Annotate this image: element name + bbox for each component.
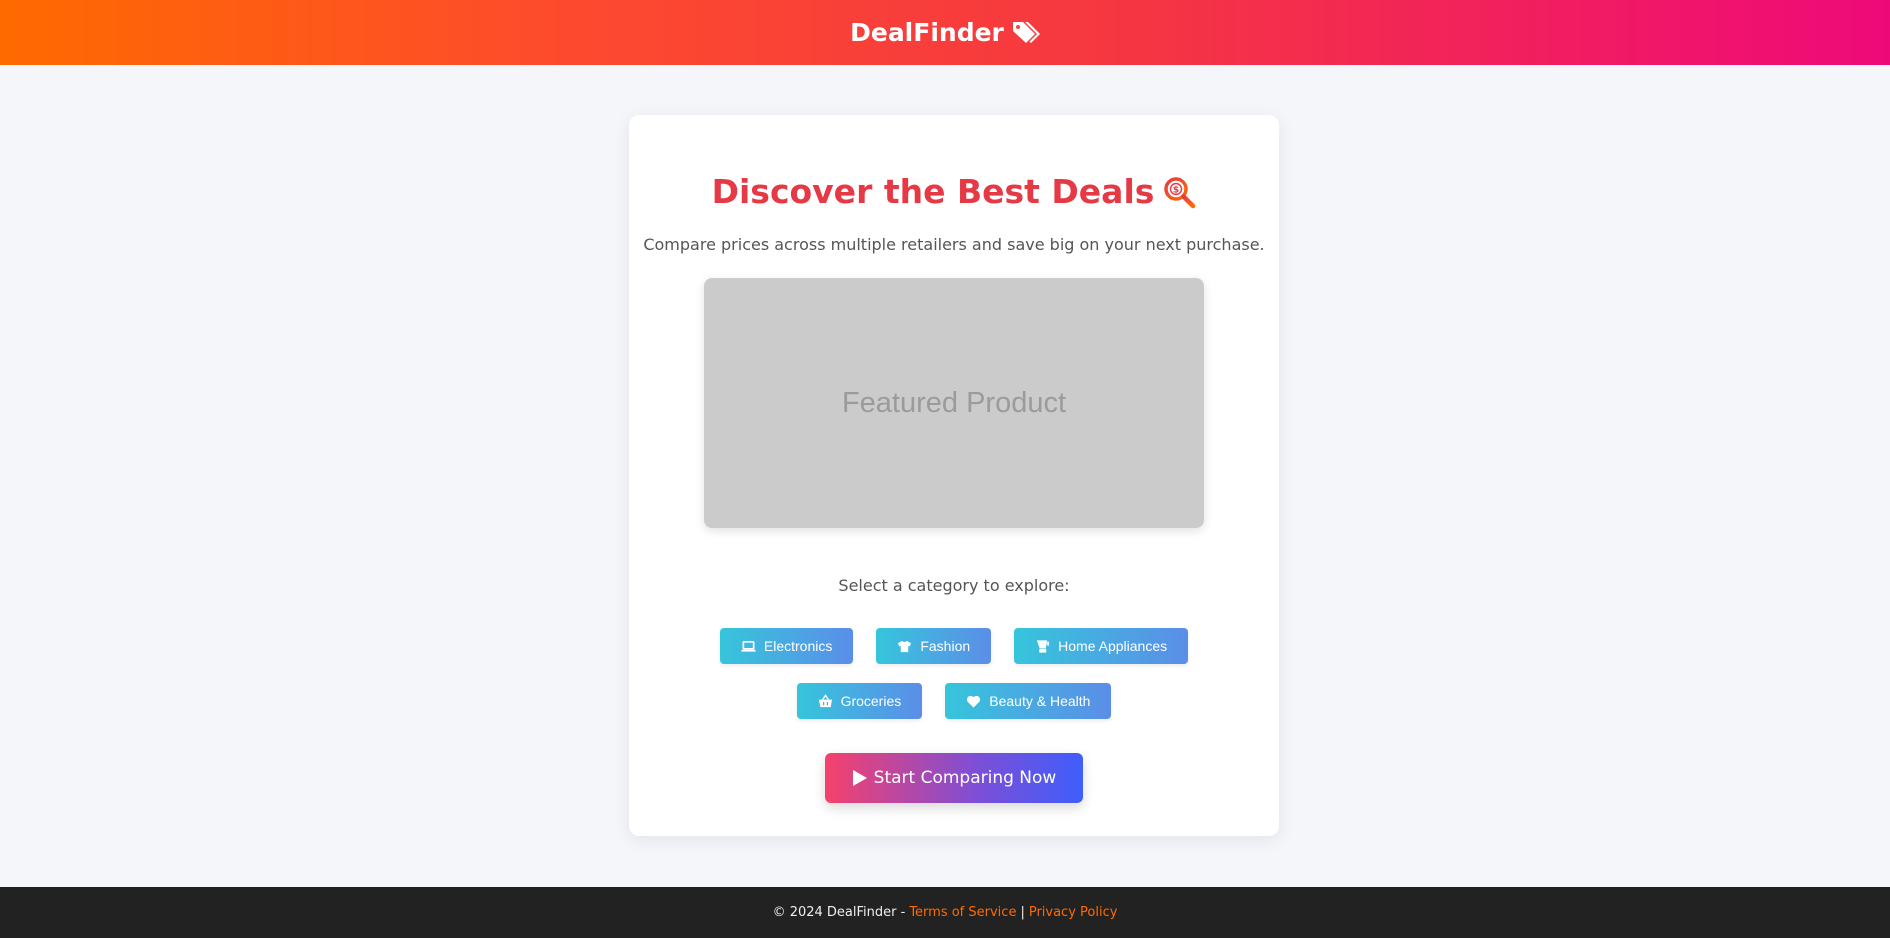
- brand-name: DealFinder: [850, 18, 1004, 47]
- category-row: Groceries Beauty & Health: [629, 683, 1279, 719]
- footer-copyright: © 2024 DealFinder -: [772, 905, 906, 920]
- category-prompt: Select a category to explore:: [838, 576, 1070, 595]
- hero-subtitle: Compare prices across multiple retailers…: [643, 235, 1265, 254]
- start-comparing-button[interactable]: Start Comparing Now: [825, 753, 1083, 803]
- privacy-policy-link[interactable]: Privacy Policy: [1029, 905, 1118, 920]
- category-label: Electronics: [763, 638, 833, 654]
- category-button-fashion[interactable]: Fashion: [876, 628, 992, 664]
- tshirt-icon: [898, 640, 912, 652]
- category-row: Electronics Fashion Home Appliances: [629, 628, 1279, 664]
- top-header: DealFinder: [0, 0, 1890, 65]
- page-title: Discover the Best Deals $: [629, 172, 1279, 211]
- category-button-beauty-health[interactable]: Beauty & Health: [945, 683, 1112, 719]
- brand-logo[interactable]: DealFinder: [850, 18, 1040, 48]
- category-label: Home Appliances: [1058, 638, 1168, 654]
- featured-product-label: Featured Product: [841, 386, 1067, 419]
- search-dollar-icon: $: [1164, 176, 1196, 208]
- play-icon: [852, 770, 867, 786]
- site-footer: © 2024 DealFinder - Terms of Service | P…: [0, 887, 1890, 938]
- basket-icon: [818, 693, 832, 707]
- tags-icon: [1012, 21, 1040, 43]
- start-comparing-label: Start Comparing Now: [873, 768, 1057, 788]
- svg-text:$: $: [1173, 185, 1179, 195]
- footer-separator: |: [1020, 905, 1025, 920]
- category-button-groceries[interactable]: Groceries: [796, 683, 923, 719]
- heart-icon: [967, 695, 981, 708]
- blender-icon: [1037, 639, 1050, 653]
- featured-product-image[interactable]: Featured Product: [704, 278, 1204, 528]
- category-label: Beauty & Health: [989, 693, 1091, 709]
- category-label: Fashion: [920, 638, 971, 654]
- category-button-home-appliances[interactable]: Home Appliances: [1014, 628, 1189, 664]
- category-button-electronics[interactable]: Electronics: [719, 628, 854, 664]
- category-label: Groceries: [840, 693, 902, 709]
- laptop-icon: [741, 640, 756, 652]
- page-title-text: Discover the Best Deals: [711, 172, 1155, 211]
- deal-card: Discover the Best Deals $ Compare prices…: [629, 115, 1279, 836]
- terms-of-service-link[interactable]: Terms of Service: [909, 905, 1016, 920]
